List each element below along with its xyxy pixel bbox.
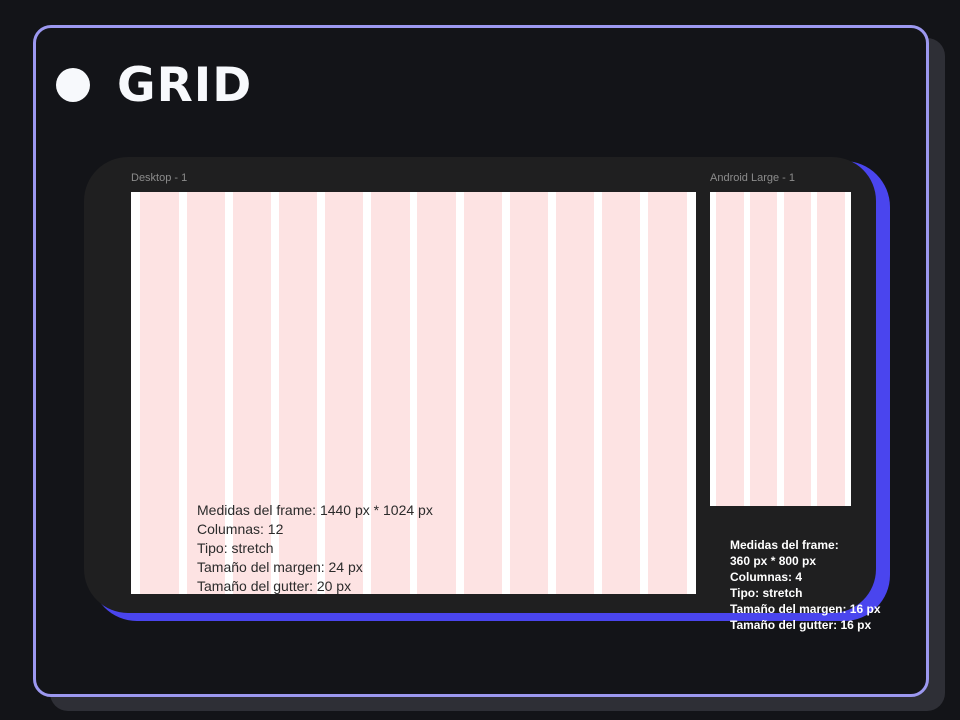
desktop-grid-column — [555, 192, 595, 594]
desktop-grid-column — [648, 192, 687, 594]
desktop-grid-column — [509, 192, 549, 594]
title-bullet-icon — [56, 68, 90, 102]
android-grid-column — [749, 192, 778, 506]
android-specs: Medidas del frame: 360 px * 800 px Colum… — [730, 537, 881, 633]
desktop-grid-column — [602, 192, 641, 594]
android-spec-type: Tipo: stretch — [730, 586, 803, 600]
desktop-spec-margin: Tamaño del margen: 24 px — [197, 559, 363, 575]
desktop-specs: Medidas del frame: 1440 px * 1024 px Col… — [197, 501, 433, 596]
android-grid-column — [716, 192, 744, 506]
android-spec-frame-size-label: Medidas del frame: — [730, 538, 839, 552]
android-spec-columns: Columnas: 4 — [730, 570, 803, 584]
android-frame[interactable] — [710, 192, 851, 506]
android-frame-label[interactable]: Android Large - 1 — [710, 172, 795, 184]
desktop-frame-label[interactable]: Desktop - 1 — [131, 172, 187, 184]
desktop-spec-frame-size: Medidas del frame: 1440 px * 1024 px — [197, 502, 433, 518]
page-title: GRID — [117, 58, 253, 113]
android-grid-column — [817, 192, 845, 506]
desktop-spec-type: Tipo: stretch — [197, 540, 274, 556]
android-spec-frame-size: 360 px * 800 px — [730, 554, 817, 568]
desktop-spec-columns: Columnas: 12 — [197, 521, 284, 537]
android-grid-column — [783, 192, 812, 506]
android-spec-gutter: Tamaño del gutter: 16 px — [730, 618, 872, 632]
desktop-grid-column — [463, 192, 502, 594]
desktop-grid-column — [140, 192, 179, 594]
desktop-spec-gutter: Tamaño del gutter: 20 px — [197, 578, 352, 594]
android-spec-margin: Tamaño del margen: 16 px — [730, 602, 881, 616]
